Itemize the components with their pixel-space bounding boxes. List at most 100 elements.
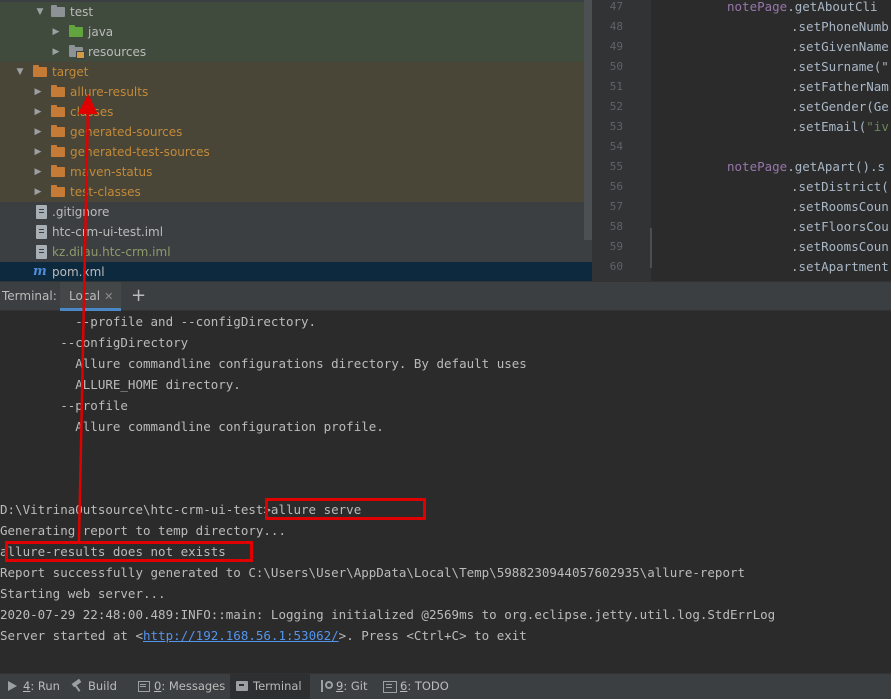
toolwindow-git-button[interactable]: 9: Git	[313, 674, 375, 699]
excluded-folder-icon	[51, 145, 65, 157]
line-number: 51	[609, 80, 623, 93]
code-string: "iv	[866, 119, 889, 134]
code-object: notePage	[727, 0, 788, 14]
tree-item-kz-dilau-htc-crm-iml[interactable]: kz.dilau.htc-crm.iml	[0, 242, 592, 262]
tree-item-generated-sources[interactable]: ▶ generated-sources	[0, 122, 592, 142]
excluded-folder-icon	[33, 65, 47, 77]
terminal-line: Allure commandline configuration profile…	[0, 419, 384, 434]
excluded-folder-icon	[51, 125, 65, 137]
tree-scrollbar[interactable]	[584, 0, 592, 240]
tree-item-label: allure-results	[70, 85, 149, 99]
tree-item-label: test-classes	[70, 185, 141, 199]
code-text: .getApart().s	[787, 159, 886, 174]
terminal-output[interactable]: --profile and --configDirectory. --confi…	[0, 311, 891, 673]
code-text: .setEmail(	[791, 119, 867, 134]
tree-item-classes[interactable]: ▶ classes	[0, 102, 592, 122]
excluded-folder-icon	[51, 185, 65, 197]
line-number: 47	[609, 0, 623, 13]
terminal-line: 2020-07-29 22:48:00.489:INFO::main: Logg…	[0, 607, 776, 622]
close-icon[interactable]: ✕	[104, 290, 113, 303]
tree-item-generated-test-sources[interactable]: ▶ generated-test-sources	[0, 142, 592, 162]
terminal-tab-bar: Terminal: Local ✕ +	[0, 281, 891, 311]
tool-window-bar: 4: Run Build 0: Messages Terminal 9: Git…	[0, 673, 891, 699]
toolwindow-label: Build	[88, 679, 117, 693]
excluded-folder-icon	[51, 105, 65, 117]
expand-arrow-icon[interactable]: ▼	[34, 2, 46, 22]
toolwindow-todo-button[interactable]: 6: TODO	[377, 674, 457, 699]
new-session-button[interactable]: +	[131, 285, 146, 306]
hammer-icon	[71, 680, 83, 692]
code-text: .getAboutCli	[787, 0, 878, 14]
server-url-link[interactable]: http://192.168.56.1:53062/	[143, 628, 339, 643]
toolwindow-messages-button[interactable]: 0: Messages	[131, 674, 233, 699]
terminal-server-line: Server started at <http://192.168.56.1:5…	[0, 625, 527, 646]
collapse-arrow-icon[interactable]: ▶	[32, 182, 44, 202]
messages-icon	[137, 680, 150, 692]
folder-icon	[51, 5, 65, 17]
file-icon	[36, 225, 47, 239]
source-folder-icon	[69, 25, 83, 37]
terminal-line: Allure commandline configurations direct…	[0, 356, 527, 371]
tree-item-java[interactable]: ▶ java	[0, 22, 592, 42]
code-editor[interactable]: 47 notePage.getAboutCli 48 .setPhoneNumb…	[592, 0, 891, 281]
code-line: .setPhoneNumb	[791, 19, 889, 34]
toolwindow-terminal-button[interactable]: Terminal	[230, 674, 310, 699]
collapse-arrow-icon[interactable]: ▶	[32, 122, 44, 142]
collapse-arrow-icon[interactable]: ▶	[32, 162, 44, 182]
tree-item-allure-results[interactable]: ▶ allure-results	[0, 82, 592, 102]
tree-item-maven-status[interactable]: ▶ maven-status	[0, 162, 592, 182]
line-number: 50	[609, 60, 623, 73]
tree-item-target[interactable]: ▼ target	[0, 62, 592, 82]
project-tree: ▼ test ▶ java ▶ resources ▼ target ▶ all…	[0, 0, 592, 281]
terminal-title: Terminal:	[2, 289, 57, 303]
line-number: 60	[609, 260, 623, 273]
collapse-arrow-icon[interactable]: ▶	[32, 102, 44, 122]
tree-item-label: resources	[88, 45, 147, 59]
toolwindow-build-button[interactable]: Build	[65, 674, 125, 699]
tree-item-test-classes[interactable]: ▶ test-classes	[0, 182, 592, 202]
terminal-line: --profile	[0, 398, 128, 413]
code-line: .setGender(Ge	[791, 99, 889, 114]
file-icon	[36, 245, 47, 259]
highlight-box-command	[265, 498, 426, 520]
terminal-line: ALLURE_HOME directory.	[0, 377, 241, 392]
code-line: .setFatherNam	[791, 79, 889, 94]
file-icon	[36, 205, 47, 219]
tree-item-label: pom.xml	[52, 265, 105, 279]
tree-item-htc-crm-ui-test-iml[interactable]: htc-crm-ui-test.iml	[0, 222, 592, 242]
run-icon	[6, 680, 18, 692]
git-icon	[319, 680, 333, 692]
excluded-folder-icon	[51, 165, 65, 177]
excluded-folder-icon	[51, 85, 65, 97]
tree-item-label: generated-sources	[70, 125, 183, 139]
server-prefix: Server started at <	[0, 628, 143, 643]
code-object: notePage	[727, 159, 788, 174]
line-number: 53	[609, 120, 623, 133]
line-number: 58	[609, 220, 623, 233]
toolwindow-run-button[interactable]: 4: Run	[0, 674, 68, 699]
expand-arrow-icon[interactable]: ▼	[14, 62, 26, 82]
code-line: .setApartment	[791, 259, 889, 274]
tree-item-test[interactable]: ▼ test	[0, 2, 592, 22]
terminal-line: --configDirectory	[0, 335, 189, 350]
code-line: .setSurname("	[791, 59, 889, 74]
code-line: .setRoomsCoun	[791, 239, 889, 254]
change-marker	[650, 228, 652, 268]
line-number: 54	[609, 140, 623, 153]
code-line: .setFloorsCou	[791, 219, 889, 234]
toolwindow-label: Terminal	[253, 679, 302, 693]
code-line: .setGivenName	[791, 39, 889, 54]
tree-item-label: classes	[70, 105, 114, 119]
code-line: .setEmail("iv	[791, 117, 889, 137]
collapse-arrow-icon[interactable]: ▶	[32, 142, 44, 162]
tree-item-gitignore[interactable]: .gitignore	[0, 202, 592, 222]
line-number: 59	[609, 240, 623, 253]
tree-item-label: generated-test-sources	[70, 145, 210, 159]
collapse-arrow-icon[interactable]: ▶	[50, 22, 62, 42]
tree-item-resources[interactable]: ▶ resources	[0, 42, 592, 62]
collapse-arrow-icon[interactable]: ▶	[50, 42, 62, 62]
collapse-arrow-icon[interactable]: ▶	[32, 82, 44, 102]
tree-item-label: test	[70, 5, 94, 19]
tab-local[interactable]: Local ✕	[60, 282, 122, 311]
tree-item-pom-xml[interactable]: m pom.xml	[0, 262, 592, 281]
